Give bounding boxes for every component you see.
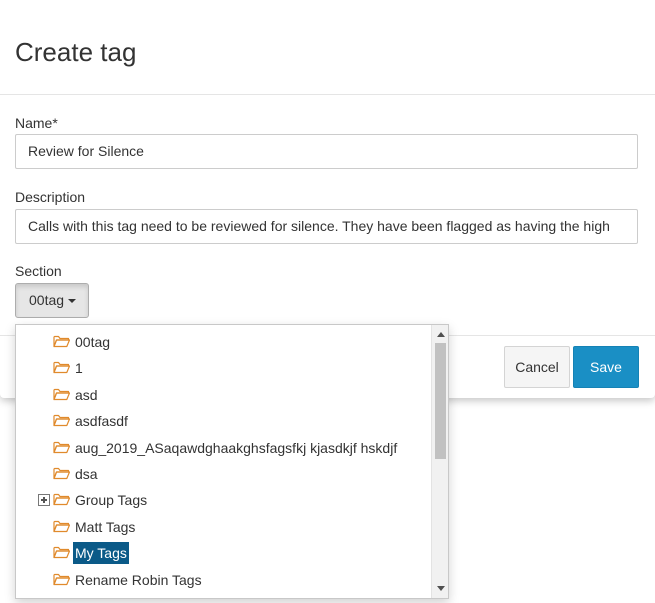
- tree-item-label: Rename Robin Tags: [75, 572, 202, 588]
- scroll-up-arrow-icon[interactable]: [437, 332, 445, 337]
- tree-item[interactable]: Matt Tags: [16, 516, 432, 538]
- section-tree-dropdown: 00tag 1 asd asdfasdf aug_2019_ASaqawdghaakgh…: [15, 324, 449, 599]
- caret-down-icon: [68, 299, 77, 304]
- folder-open-icon: [53, 441, 70, 454]
- folder-open-icon: [53, 520, 70, 533]
- folder-open-icon: [53, 335, 70, 348]
- dialog-title: Create tag: [15, 37, 137, 67]
- dropdown-scrollbar[interactable]: [431, 325, 448, 598]
- dialog-header: Create tag: [0, 0, 655, 95]
- tree-item-label: Group Tags: [75, 492, 148, 508]
- tree-item[interactable]: 00tag: [16, 331, 432, 353]
- tree-item-label: My Tags: [73, 542, 129, 564]
- save-button[interactable]: Save: [573, 346, 639, 388]
- scroll-down-arrow-icon[interactable]: [437, 586, 445, 591]
- folder-open-icon: [53, 467, 70, 480]
- tree-item-label: Matt Tags: [75, 519, 136, 535]
- folder-open-icon: [53, 414, 70, 427]
- tree-item[interactable]: Rename Robin Tags: [16, 569, 432, 591]
- scroll-thumb[interactable]: [435, 343, 446, 459]
- tree-item[interactable]: Group Tags: [16, 489, 432, 511]
- tree-item-label: 00tag: [75, 334, 111, 350]
- tree-item-label: asd: [75, 387, 98, 403]
- tree-item[interactable]: asd: [16, 384, 432, 406]
- description-input[interactable]: Calls with this tag need to be reviewed …: [15, 209, 638, 244]
- section-selected-value: 00tag: [29, 292, 65, 308]
- folder-open-icon: [53, 546, 70, 559]
- expand-plus-icon[interactable]: [38, 494, 50, 506]
- tree-item-label: asdfasdf: [75, 413, 128, 429]
- tree-item[interactable]: aug_2019_ASaqawdghaakghsfagsfkj kjasdkjf…: [16, 437, 432, 459]
- tree-item[interactable]: asdfasdf: [16, 410, 432, 432]
- cancel-button[interactable]: Cancel: [504, 346, 570, 388]
- section-label: Section: [15, 263, 62, 279]
- folder-open-icon: [53, 388, 70, 401]
- description-label: Description: [15, 189, 86, 205]
- tree-item-label: dsa: [75, 466, 98, 482]
- tree-item-label: aug_2019_ASaqawdghaakghsfagsfkj kjasdkjf…: [75, 440, 398, 456]
- tree-item[interactable]: My Tags: [16, 542, 432, 564]
- folder-open-icon: [53, 573, 70, 586]
- folder-open-icon: [53, 493, 70, 506]
- tree-item[interactable]: dsa: [16, 463, 432, 485]
- tree-item[interactable]: 1: [16, 357, 432, 379]
- name-label: Name*: [15, 115, 58, 131]
- name-input[interactable]: Review for Silence: [15, 134, 638, 169]
- folder-open-icon: [53, 361, 70, 374]
- tree-item-label: 1: [75, 360, 83, 376]
- section-dropdown-button[interactable]: 00tag: [15, 283, 89, 318]
